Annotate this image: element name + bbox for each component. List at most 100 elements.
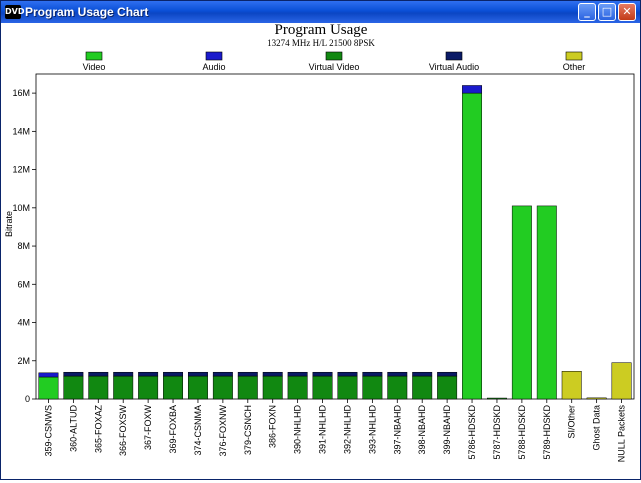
- y-tick-label: 16M: [12, 88, 30, 98]
- bar-367-foxw-virtual-audio: [138, 371, 159, 377]
- program-usage-chart: Program Usage 13274 MHz H/L 21500 8PSK V…: [4, 22, 635, 463]
- x-tick-label: 366-FOXSW: [118, 404, 128, 456]
- bar-5786-hdskd-video: [462, 92, 483, 400]
- bar-379-csnch-virtual-audio: [237, 371, 258, 377]
- minimize-button[interactable]: _: [578, 3, 596, 21]
- x-tick-label: 376-FOXNW: [218, 405, 228, 457]
- bar-359-csnws-video: [38, 376, 59, 400]
- x-tick-label: 369-FOXBA: [168, 405, 178, 454]
- x-tick-label: 392-NHLHD: [342, 405, 352, 455]
- y-tick-label: 14M: [12, 126, 30, 136]
- x-tick-label: 399-NBAHD: [442, 405, 452, 455]
- x-tick-label: 386-FOXN: [268, 405, 278, 448]
- x-tick-label: 5786-HDSKD: [467, 405, 477, 460]
- window-title: Program Usage Chart: [25, 5, 149, 19]
- bar-391-nhlhd-virtual-audio: [312, 371, 333, 377]
- legend-swatch-virtual-video: [325, 51, 343, 61]
- title-bar[interactable]: DVD Program Usage Chart _ □ ✕: [1, 1, 640, 23]
- bar-369-foxba-virtual-video: [163, 375, 184, 400]
- bar-367-foxw-virtual-video: [138, 375, 159, 400]
- bar-374-csnma-virtual-video: [187, 375, 208, 400]
- legend-label-audio: Audio: [202, 62, 225, 72]
- bar-379-csnch-virtual-video: [237, 375, 258, 400]
- bar-366-foxsw-virtual-video: [113, 375, 134, 400]
- bar-5788-hdskd-video: [511, 205, 532, 400]
- bar-397-nbahd-virtual-video: [387, 375, 408, 400]
- x-tick-label: 393-NHLHD: [367, 405, 377, 455]
- x-tick-label: 397-NBAHD: [392, 405, 402, 455]
- x-tick-label: 5788-HDSKD: [517, 405, 527, 460]
- x-tick-label: 367-FOXW: [143, 405, 153, 451]
- legend-label-virtual-video: Virtual Video: [309, 62, 360, 72]
- bar-390-nhlhd-virtual-audio: [287, 371, 308, 377]
- bar-391-nhlhd-virtual-video: [312, 375, 333, 400]
- legend-label-video: Video: [83, 62, 106, 72]
- bar-365-foxaz-virtual-audio: [88, 371, 109, 377]
- legend-swatch-virtual-audio: [445, 51, 463, 61]
- legend-swatch-video: [85, 51, 103, 61]
- x-tick-label: 391-NHLHD: [318, 405, 328, 455]
- y-tick-label: 0: [25, 394, 30, 404]
- bar-ghost-data-other: [586, 397, 607, 400]
- x-tick-label: 365-FOXAZ: [93, 404, 103, 453]
- bar-393-nhlhd-virtual-video: [362, 375, 383, 400]
- x-tick-label: 390-NHLHD: [293, 405, 303, 455]
- x-axis: 359-CSNWS 360-ALTUD 365-FOXAZ 366-FOXSW 367-…: [43, 399, 627, 463]
- bar-392-nhlhd-virtual-video: [337, 375, 358, 400]
- x-tick-label: 359-CSNWS: [43, 405, 53, 457]
- bar-376-foxnw-virtual-audio: [212, 371, 233, 377]
- bar-360-altud-virtual-audio: [63, 371, 84, 377]
- chart-area: Program Usage 13274 MHz H/L 21500 8PSK V…: [4, 22, 638, 478]
- chart-title: Program Usage: [275, 24, 368, 38]
- y-tick-label: 8M: [17, 241, 30, 251]
- bar-5789-hdskd-video: [536, 205, 557, 400]
- app-icon: DVD: [5, 5, 24, 19]
- chart-subtitle: 13274 MHz H/L 21500 8PSK: [267, 38, 375, 48]
- bar-398-nbahd-virtual-video: [412, 375, 433, 400]
- x-tick-label: NULL Packets: [617, 405, 627, 463]
- x-tick-label: 5787-HDSKD: [492, 405, 502, 460]
- bar-386-foxn-virtual-video: [262, 375, 283, 400]
- x-tick-label: 398-NBAHD: [417, 405, 427, 455]
- close-button[interactable]: ✕: [618, 3, 636, 21]
- x-tick-label: 379-CSNCH: [243, 405, 253, 455]
- legend-label-other: Other: [563, 62, 586, 72]
- bar-376-foxnw-virtual-video: [212, 375, 233, 400]
- y-tick-label: 2M: [17, 356, 30, 366]
- bar-374-csnma-virtual-audio: [187, 371, 208, 377]
- x-tick-label: 5789-HDSKD: [542, 405, 552, 460]
- bar-366-foxsw-virtual-audio: [113, 371, 134, 377]
- y-tick-label: 4M: [17, 318, 30, 328]
- program-usage-window: DVD Program Usage Chart _ □ ✕ Program Us…: [0, 0, 641, 480]
- bar-360-altud-virtual-video: [63, 375, 84, 400]
- legend-swatch-other: [565, 51, 583, 61]
- legend-label-virtual-audio: Virtual Audio: [429, 62, 479, 72]
- bar-null-packets-other: [611, 362, 632, 400]
- x-tick-label: 374-CSNMA: [193, 405, 203, 456]
- x-tick-label: 360-ALTUD: [68, 405, 78, 452]
- bar-397-nbahd-virtual-audio: [387, 371, 408, 377]
- maximize-button[interactable]: □: [598, 3, 616, 21]
- x-tick-label: SI/Other: [567, 405, 577, 439]
- y-axis-label: Bitrate: [4, 211, 14, 237]
- bar-398-nbahd-virtual-audio: [412, 371, 433, 377]
- y-tick-label: 6M: [17, 279, 30, 289]
- legend-swatch-audio: [205, 51, 223, 61]
- bar-399-nbahd-virtual-video: [437, 375, 458, 400]
- bar-399-nbahd-virtual-audio: [437, 371, 458, 377]
- bar-386-foxn-virtual-audio: [262, 371, 283, 377]
- bar-369-foxba-virtual-audio: [163, 371, 184, 377]
- bar-5787-hdskd-virtual-video: [486, 397, 507, 400]
- bar-390-nhlhd-virtual-video: [287, 375, 308, 400]
- bar-359-csnws-audio: [38, 372, 59, 378]
- bar-5786-hdskd-audio: [462, 85, 483, 94]
- bar-393-nhlhd-virtual-audio: [362, 371, 383, 377]
- bars-group: [38, 85, 632, 400]
- bar-392-nhlhd-virtual-audio: [337, 371, 358, 377]
- x-tick-label: Ghost Data: [592, 405, 602, 451]
- chart-legend: Video Audio Virtual Video Virtual Audio Othe…: [83, 51, 586, 72]
- y-tick-label: 12M: [12, 165, 30, 175]
- bar-365-foxaz-virtual-video: [88, 375, 109, 400]
- bar-si-other-other: [561, 371, 582, 400]
- y-tick-label: 10M: [12, 203, 30, 213]
